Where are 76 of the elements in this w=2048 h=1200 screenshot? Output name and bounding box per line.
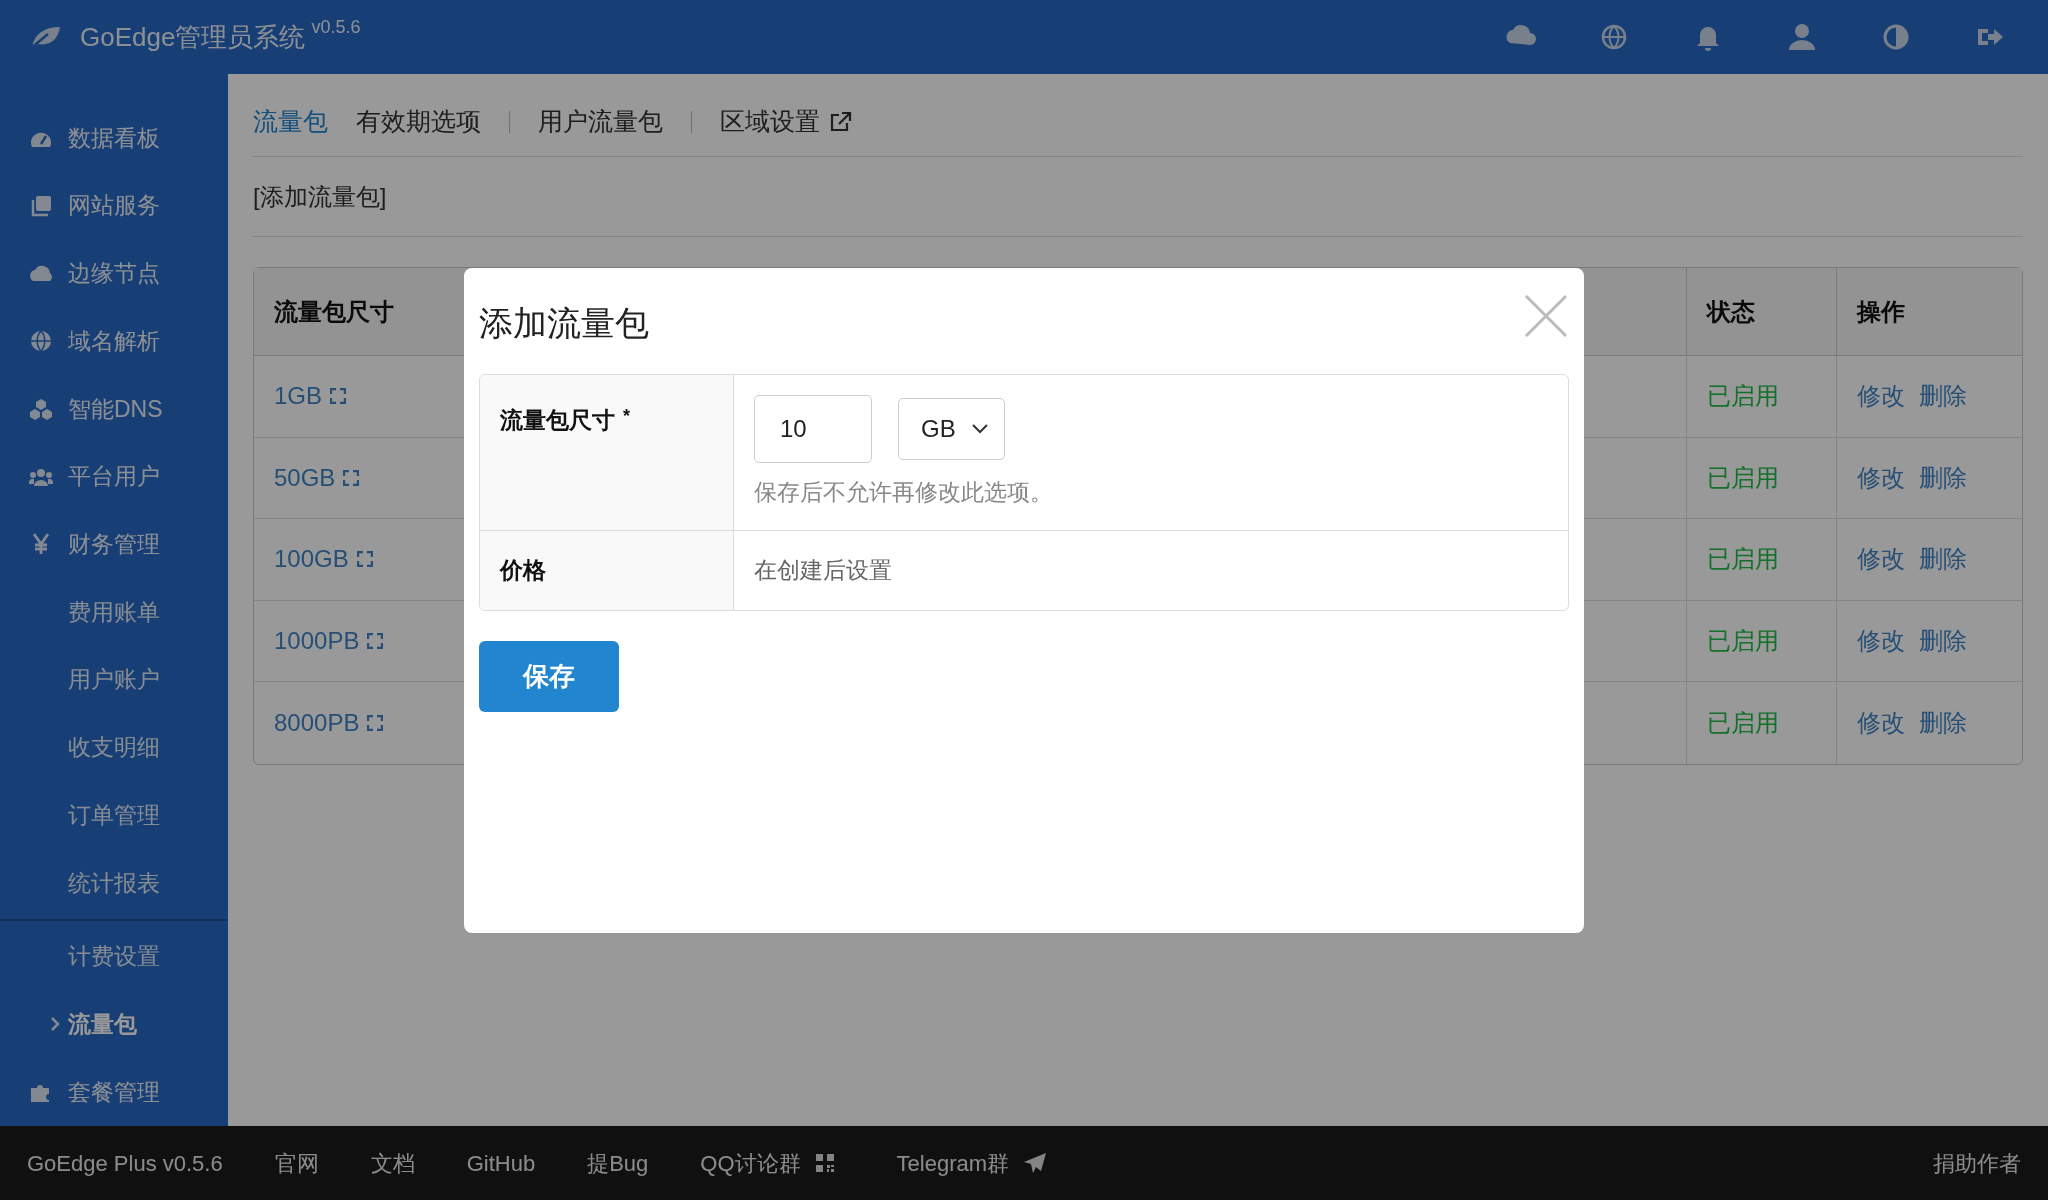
- edit-link[interactable]: 修改: [1857, 622, 1905, 659]
- sidebar-subitem[interactable]: 计费设置: [0, 922, 228, 991]
- delete-link[interactable]: 删除: [1919, 541, 1967, 578]
- sidebar-item[interactable]: 网站服务: [0, 171, 228, 240]
- tab[interactable]: 流量包: [253, 102, 328, 141]
- size-input[interactable]: 10: [754, 395, 872, 463]
- sidebar-subitem[interactable]: 收支明细: [0, 713, 228, 782]
- expand-icon[interactable]: [330, 388, 347, 405]
- footer-link[interactable]: 官网: [274, 1146, 319, 1180]
- expand-icon[interactable]: [356, 551, 373, 568]
- size-link[interactable]: 1GB: [274, 378, 323, 415]
- column-header: 状态: [1707, 297, 1755, 325]
- status-text: 已启用: [1707, 545, 1779, 573]
- sidebar-item[interactable]: 边缘节点: [0, 239, 228, 308]
- tab[interactable]: 有效期选项: [356, 102, 481, 141]
- sidebar-item[interactable]: 财务管理: [0, 510, 228, 579]
- sidebar-item[interactable]: 域名解析: [0, 307, 228, 375]
- field-value: 在创建后设置: [754, 555, 892, 585]
- edit-link[interactable]: 修改: [1857, 459, 1905, 496]
- app-title: GoEdge管理员系统: [80, 20, 306, 54]
- delete-link[interactable]: 删除: [1919, 459, 1967, 496]
- sidebar-item[interactable]: 套餐管理: [0, 1058, 228, 1126]
- globe-icon: [29, 329, 53, 354]
- expand-icon[interactable]: [367, 714, 384, 731]
- donate-link[interactable]: 捐助作者: [1933, 1146, 2021, 1180]
- sidebar-subitem[interactable]: 统计报表: [0, 849, 228, 917]
- footer-link[interactable]: Telegram群: [896, 1146, 1048, 1180]
- delete-link[interactable]: 删除: [1919, 622, 1967, 659]
- footer-link[interactable]: QQ讨论群: [700, 1146, 835, 1180]
- edit-link[interactable]: 修改: [1857, 541, 1905, 578]
- close-icon[interactable]: [1524, 294, 1568, 338]
- expand-icon[interactable]: [367, 632, 384, 649]
- size-link[interactable]: 100GB: [274, 541, 349, 578]
- cubes-icon: [29, 396, 53, 421]
- version-label: v0.5.6: [311, 16, 361, 39]
- sidebar-subitem[interactable]: 订单管理: [0, 781, 228, 850]
- delete-link[interactable]: 删除: [1919, 704, 1967, 741]
- sidebar-item[interactable]: 智能DNS: [0, 374, 228, 443]
- edit-link[interactable]: 修改: [1857, 378, 1905, 415]
- footer-link[interactable]: GitHub: [466, 1146, 536, 1180]
- tab[interactable]: 区域设置: [720, 102, 852, 141]
- sidebar-subitem[interactable]: 费用账单: [0, 578, 228, 646]
- add-package-link[interactable]: [添加流量包]: [253, 178, 387, 215]
- qr-code-icon: [814, 1153, 835, 1173]
- save-button[interactable]: 保存: [479, 640, 619, 712]
- status-text: 已启用: [1707, 463, 1779, 491]
- sidebar-subitem[interactable]: 用户账户: [0, 645, 228, 714]
- chevron-down-icon: [971, 424, 988, 434]
- column-header: 操作: [1857, 297, 1905, 325]
- status-text: 已启用: [1707, 382, 1779, 410]
- size-link[interactable]: 1000PB: [274, 622, 360, 659]
- unit-select[interactable]: GB: [898, 398, 1005, 460]
- sidebar-item[interactable]: 数据看板: [0, 104, 228, 172]
- field-label: 流量包尺寸: [500, 406, 615, 435]
- copy-icon: [29, 193, 53, 218]
- footer-link[interactable]: GoEdge Plus v0.5.6: [27, 1146, 223, 1180]
- sidebar-subitem[interactable]: 流量包: [0, 990, 228, 1059]
- expand-icon[interactable]: [343, 469, 360, 486]
- footer-link[interactable]: 提Bug: [587, 1146, 649, 1180]
- send-icon: [1023, 1152, 1048, 1174]
- size-link[interactable]: 8000PB: [274, 704, 360, 741]
- size-link[interactable]: 50GB: [274, 459, 336, 496]
- status-text: 已启用: [1707, 708, 1779, 736]
- column-header: 流量包尺寸: [274, 297, 394, 325]
- field-label: 价格: [500, 555, 546, 585]
- status-text: 已启用: [1707, 626, 1779, 654]
- footer-link[interactable]: 文档: [370, 1146, 415, 1180]
- tab[interactable]: 用户流量包: [538, 102, 663, 141]
- chevron-right-icon: [50, 1016, 60, 1033]
- delete-link[interactable]: 删除: [1919, 378, 1967, 415]
- edit-link[interactable]: 修改: [1857, 704, 1905, 741]
- required-mark: *: [623, 405, 630, 428]
- user-icon[interactable]: [1786, 21, 1818, 53]
- hint-text: 保存后不允许再修改此选项。: [754, 478, 1054, 507]
- sidebar-item[interactable]: 平台用户: [0, 442, 228, 511]
- dialog-title: 添加流量包: [479, 303, 649, 344]
